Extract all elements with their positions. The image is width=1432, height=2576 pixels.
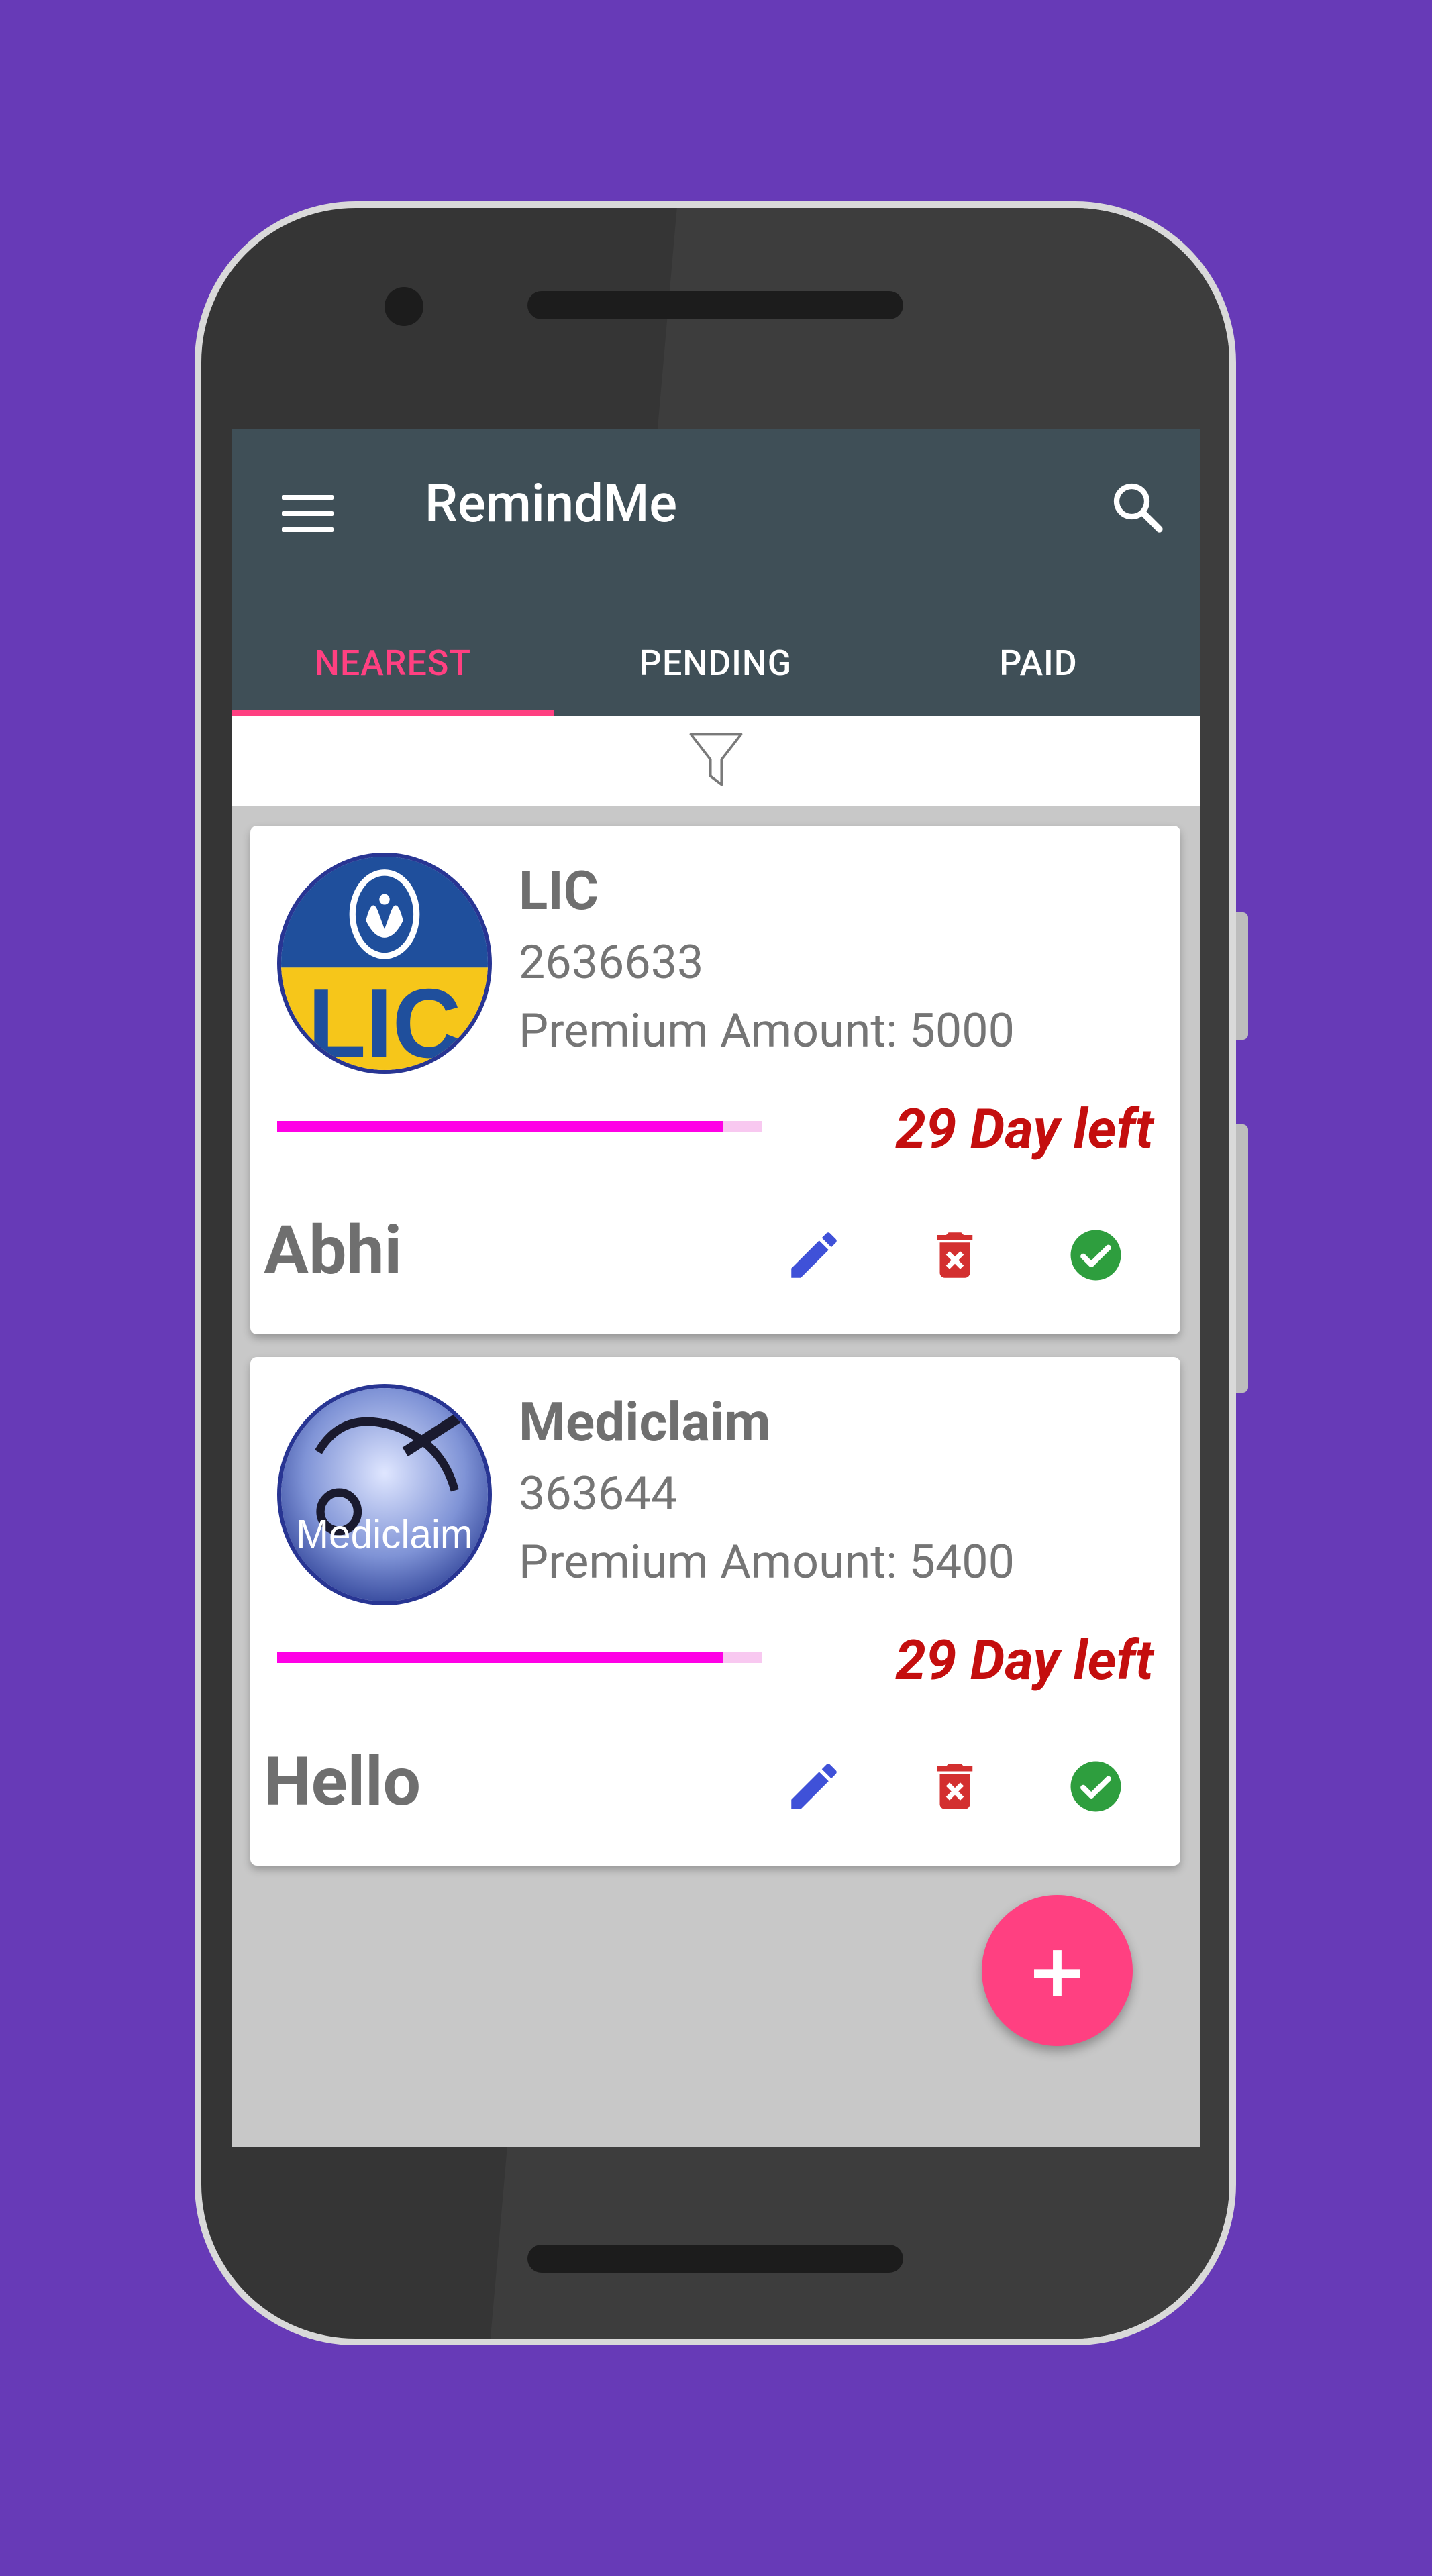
tab-label: NEAREST	[314, 643, 472, 684]
due-progress-fill	[277, 1121, 723, 1132]
holder-name: Abhi	[264, 1212, 402, 1290]
tab-label: PENDING	[639, 643, 792, 684]
app-screen: RemindMe NEAREST PENDING PAID LIC LIC 26…	[232, 429, 1200, 2147]
mediclaim-logo-text: Mediclaim	[296, 1511, 472, 1557]
check-circle-icon[interactable]	[1062, 1753, 1129, 1820]
policy-card[interactable]: Mediclaim Mediclaim 363644 Premium Amoun…	[250, 1357, 1180, 1866]
check-circle-icon[interactable]	[1062, 1222, 1129, 1289]
premium-amount: Premium Amount: 5000	[519, 1004, 1015, 1059]
add-icon: +	[1026, 1927, 1088, 2014]
delete-icon[interactable]	[921, 1222, 988, 1289]
tab-indicator	[232, 710, 554, 716]
days-left-label: 29 Day left	[895, 1097, 1154, 1162]
app-title: RemindMe	[425, 474, 678, 535]
earpiece-speaker	[527, 291, 903, 319]
tab-bar: NEAREST PENDING PAID	[232, 610, 1200, 716]
premium-label: Premium Amount:	[519, 1004, 909, 1059]
days-left-label: 29 Day left	[895, 1629, 1154, 1693]
due-progress-fill	[277, 1652, 723, 1663]
premium-label: Premium Amount:	[519, 1535, 909, 1590]
delete-icon[interactable]	[921, 1753, 988, 1820]
search-icon[interactable]	[1107, 476, 1167, 537]
holder-name: Hello	[264, 1743, 421, 1821]
due-progress-bar	[277, 1652, 762, 1663]
tab-pending[interactable]: PENDING	[554, 610, 877, 716]
policy-name: LIC	[519, 859, 599, 922]
mediclaim-logo-avatar: Mediclaim	[277, 1384, 492, 1605]
filter-bar	[232, 716, 1200, 806]
power-button	[1236, 912, 1248, 1040]
tab-label: PAID	[999, 643, 1078, 684]
due-progress-bar	[277, 1121, 762, 1132]
policy-number: 2636633	[519, 935, 704, 990]
menu-icon[interactable]	[272, 487, 339, 541]
edit-icon[interactable]	[780, 1753, 848, 1820]
tab-paid[interactable]: PAID	[877, 610, 1200, 716]
premium-value: 5400	[909, 1535, 1015, 1590]
add-button[interactable]: +	[982, 1895, 1133, 2046]
tab-nearest[interactable]: NEAREST	[232, 610, 554, 716]
app-bar: RemindMe NEAREST PENDING PAID	[232, 429, 1200, 716]
edit-icon[interactable]	[780, 1222, 848, 1289]
premium-value: 5000	[909, 1004, 1015, 1059]
volume-button	[1236, 1124, 1248, 1393]
lic-logo-text: LIC	[308, 969, 461, 1070]
policy-name: Mediclaim	[519, 1391, 771, 1454]
policy-number: 363644	[519, 1466, 678, 1521]
premium-amount: Premium Amount: 5400	[519, 1535, 1015, 1590]
bottom-speaker	[527, 2245, 903, 2273]
lic-logo-avatar: LIC	[277, 853, 492, 1074]
filter-icon[interactable]	[682, 726, 750, 796]
front-camera	[385, 287, 423, 326]
policy-card[interactable]: LIC LIC 2636633 Premium Amount: 5000 29 …	[250, 826, 1180, 1334]
